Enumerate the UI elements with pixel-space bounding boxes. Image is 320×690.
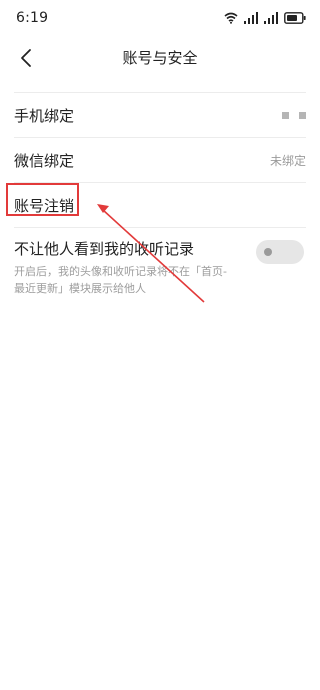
wifi-icon xyxy=(224,12,238,24)
privacy-description: 开启后，我的头像和收听记录将不在「首页-最近更新」模块展示给他人 xyxy=(14,265,227,295)
phone-number-masked xyxy=(282,111,306,119)
privacy-row: 不让他人看到我的收听记录 开启后，我的头像和收听记录将不在「首页-最近更新」模块… xyxy=(0,226,320,296)
wechat-binding-status: 未绑定 xyxy=(269,153,306,168)
privacy-toggle[interactable] xyxy=(256,240,304,264)
toggle-knob xyxy=(264,248,272,256)
phone-binding-label: 手机绑定 xyxy=(14,106,75,125)
wechat-binding-row[interactable]: 微信绑定 未绑定 xyxy=(0,138,320,182)
nav-bar: 账号与安全 xyxy=(0,36,320,78)
mask-block xyxy=(299,111,306,119)
battery-icon xyxy=(284,12,306,24)
status-bar: 6:19 xyxy=(0,0,320,36)
status-time: 6:19 xyxy=(16,10,49,26)
wechat-binding-label: 微信绑定 xyxy=(14,151,75,170)
signal-icon xyxy=(244,12,258,24)
privacy-title: 不让他人看到我的收听记录 xyxy=(14,240,195,258)
signal-icon xyxy=(264,12,278,24)
status-icons xyxy=(224,10,306,26)
mask-block xyxy=(282,111,289,119)
page-title: 账号与安全 xyxy=(122,49,198,67)
phone-binding-row[interactable]: 手机绑定 xyxy=(0,93,320,137)
highlight-box xyxy=(6,183,79,216)
